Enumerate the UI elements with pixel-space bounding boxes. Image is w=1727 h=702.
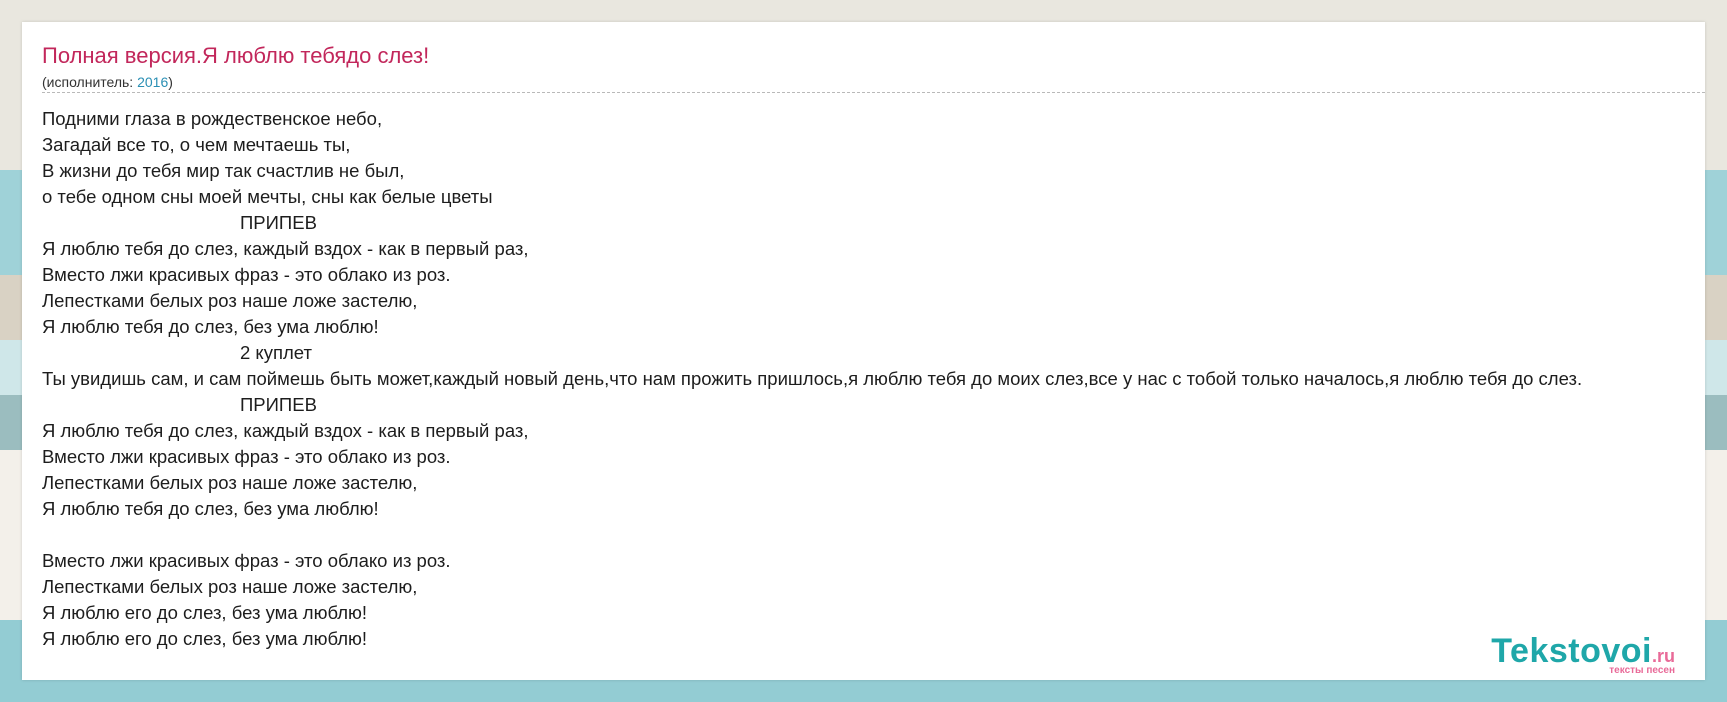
lyric-line: Я люблю тебя до слез, без ума люблю! (42, 498, 379, 519)
lyric-line: В жизни до тебя мир так счастлив не был, (42, 160, 405, 181)
lyric-line: Я люблю тебя до слез, каждый вздох - как… (42, 420, 529, 441)
lyric-line: Ты увидишь сам, и сам поймешь быть может… (42, 368, 1583, 389)
lyric-line: Лепестками белых роз наше ложе застелю, (42, 290, 418, 311)
lyric-line: Я люблю тебя до слез, каждый вздох - как… (42, 238, 529, 259)
performer-link[interactable]: 2016 (137, 74, 168, 90)
lyrics-card: Полная версия.Я люблю тебядо слез! (испо… (22, 22, 1705, 680)
lyric-line: ПРИПЕВ (240, 394, 317, 415)
title-divider (42, 92, 1705, 93)
lyrics-text: Подними глаза в рождественское небо, Зага… (42, 106, 1705, 652)
logo-tld: .ru (1651, 646, 1675, 666)
lyric-line: Я люблю его до слез, без ума люблю! (42, 602, 368, 623)
lyric-line: Подними глаза в рождественское небо, (42, 108, 383, 129)
lyric-line: Лепестками белых роз наше ложе застелю, (42, 472, 418, 493)
song-title: Полная версия.Я люблю тебядо слез! (42, 43, 430, 68)
performer-prefix: (исполнитель: (42, 74, 138, 90)
lyric-line: Загадай все то, о чем мечтаешь ты, (42, 134, 351, 155)
lyric-line (42, 522, 1705, 548)
logo-tagline: тексты песен (1609, 665, 1675, 676)
performer-suffix: ) (168, 74, 173, 90)
lyric-line: Вместо лжи красивых фраз - это облако из… (42, 446, 451, 467)
lyric-line: 2 куплет (240, 342, 312, 363)
lyric-line: о тебе одном сны моей мечты, сны как бел… (42, 186, 493, 207)
lyric-line: ПРИПЕВ (240, 212, 317, 233)
performer-line: (исполнитель: 2016) (42, 74, 173, 90)
lyric-line: Вместо лжи красивых фраз - это облако из… (42, 264, 451, 285)
lyric-line: Вместо лжи красивых фраз - это облако из… (42, 550, 451, 571)
lyric-line: Я люблю его до слез, без ума люблю! (42, 628, 368, 649)
lyric-line: Лепестками белых роз наше ложе застелю, (42, 576, 418, 597)
lyric-line: Я люблю тебя до слез, без ума люблю! (42, 316, 379, 337)
site-logo[interactable]: Tekstovoi.ru тексты песен (1491, 634, 1675, 676)
